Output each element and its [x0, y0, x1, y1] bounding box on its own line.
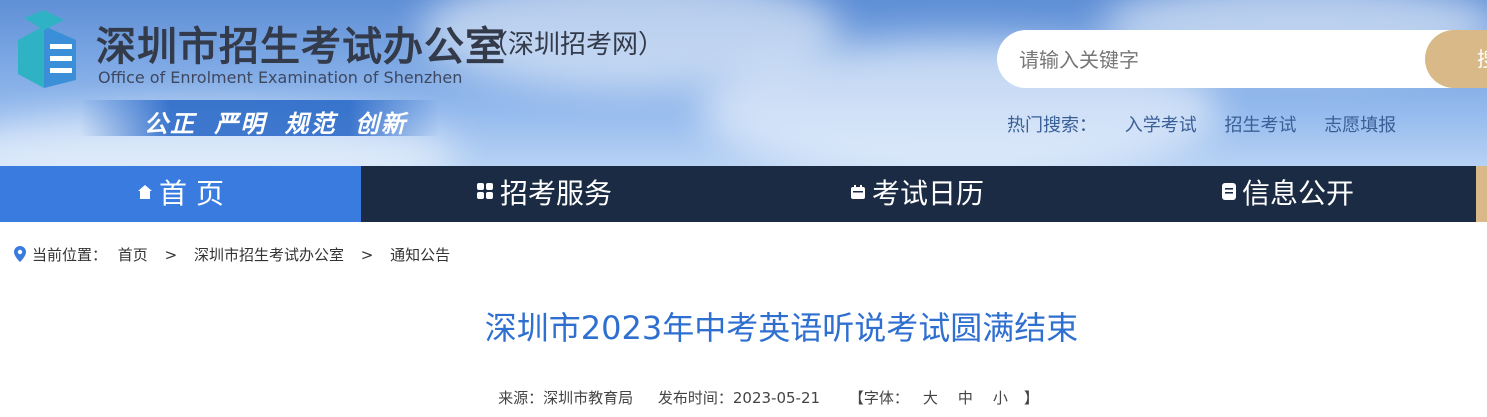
- breadcrumb-item[interactable]: 首页: [118, 246, 148, 264]
- logo-icon[interactable]: [10, 10, 84, 96]
- font-size-label: 【字体：: [848, 389, 909, 407]
- nav-item-label: 招考服务: [500, 177, 613, 210]
- font-size-label-close: 】: [1023, 389, 1039, 407]
- article-meta: 来源：深圳市教育局 发布时间：2023-05-21 【字体： 大 中 小】: [0, 387, 1487, 408]
- article-published: 发布时间：2023-05-21: [657, 389, 821, 407]
- slogan: 公正 严明 规范 创新: [144, 110, 408, 138]
- article-source: 来源：深圳市教育局: [498, 389, 634, 407]
- site-title: 深圳市招生考试办公室: [96, 24, 506, 70]
- hot-search-link[interactable]: 志愿填报: [1324, 115, 1396, 136]
- hot-search-label: 热门搜索：: [1007, 115, 1097, 136]
- nav-item-disclosure[interactable]: 信息公开: [1222, 166, 1354, 222]
- font-size-small[interactable]: 小: [993, 389, 1008, 407]
- search-input[interactable]: [1017, 30, 1421, 90]
- nav-item-services[interactable]: 招考服务: [476, 166, 612, 222]
- location-pin-icon: [14, 246, 26, 262]
- breadcrumb-item[interactable]: 深圳市招生考试办公室: [194, 246, 344, 264]
- nav-item-home[interactable]: 首 页: [0, 166, 361, 222]
- article-title: 深圳市2023年中考英语听说考试圆满结束: [484, 309, 1079, 347]
- breadcrumb: 当前位置： 首页 > 深圳市招生考试办公室 > 通知公告: [14, 244, 450, 265]
- hot-search-link[interactable]: 招生考试: [1224, 115, 1296, 136]
- home-icon: [137, 167, 153, 223]
- breadcrumb-separator: >: [164, 246, 178, 264]
- font-size-large[interactable]: 大: [923, 389, 938, 407]
- site-header: 深圳市招生考试办公室 （深圳招考网） Office of Enrolment E…: [0, 0, 1487, 166]
- breadcrumb-item[interactable]: 通知公告: [390, 246, 450, 264]
- nav-item-label: 首 页: [159, 177, 224, 210]
- grid-icon: [476, 167, 494, 223]
- nav-item-label: 信息公开: [1242, 177, 1355, 210]
- document-icon: [1222, 167, 1236, 223]
- site-title-en: Office of Enrolment Examination of Shenz…: [98, 68, 463, 87]
- breadcrumb-separator: >: [360, 246, 374, 264]
- search-button[interactable]: 搜索: [1425, 30, 1487, 88]
- calendar-icon: [850, 167, 866, 223]
- main-nav: 首 页 招考服务 考试日历 信息公开: [0, 166, 1487, 222]
- nav-edge-decoration: [1476, 166, 1487, 222]
- site-subtitle: （深圳招考网）: [482, 30, 665, 60]
- nav-item-calendar[interactable]: 考试日历: [850, 166, 984, 222]
- hot-search: 热门搜索： 入学考试 招生考试 志愿填报: [1007, 111, 1418, 137]
- breadcrumb-prefix: 当前位置：: [32, 246, 108, 264]
- search-box: [997, 30, 1457, 90]
- font-size-medium[interactable]: 中: [958, 389, 973, 407]
- hot-search-link[interactable]: 入学考试: [1125, 115, 1197, 136]
- nav-item-label: 考试日历: [872, 177, 985, 210]
